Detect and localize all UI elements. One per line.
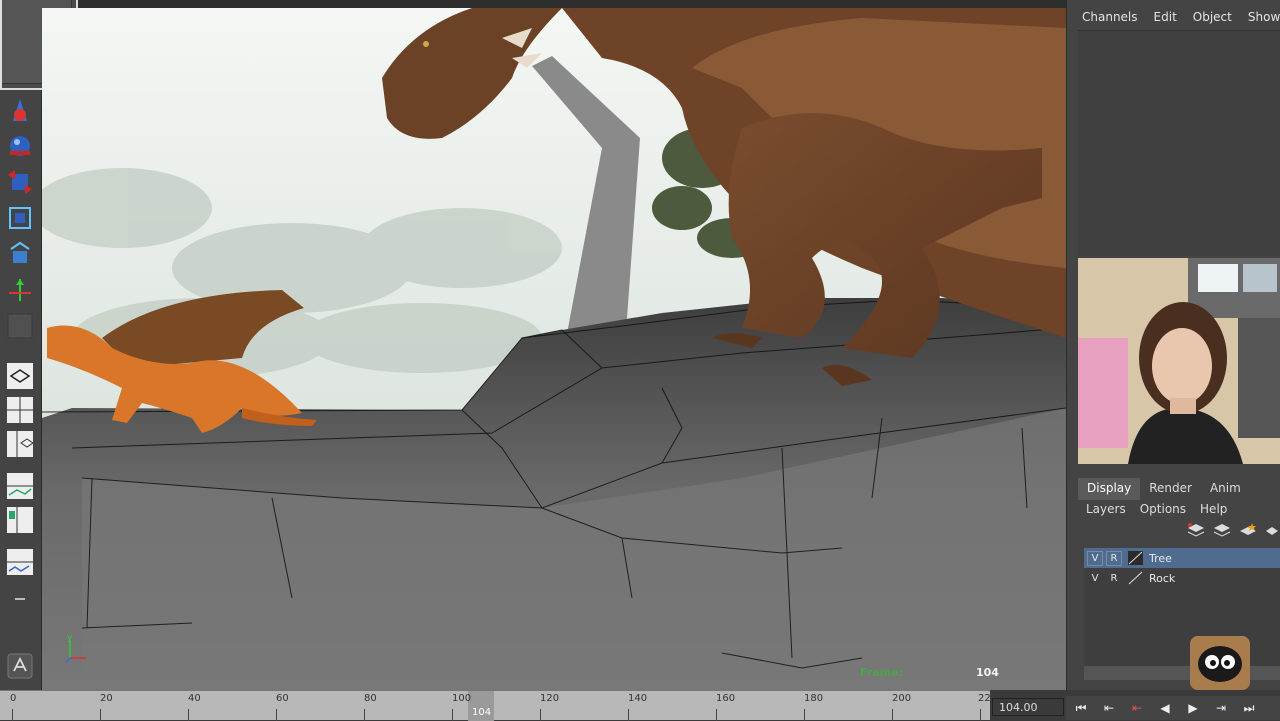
layer-list: V R Tree V R Rock [1084,548,1280,666]
layer-editor-menu: Layers Options Help [1086,502,1227,516]
step-back-key-icon[interactable]: ⇤ [1128,701,1146,715]
reference-toggle[interactable]: R [1106,550,1122,566]
menu-channels[interactable]: Channels [1082,10,1138,24]
rotate-tool-icon[interactable] [4,238,36,270]
tick-label: 20 [100,693,113,704]
tick-mark [540,709,541,721]
menu-edit[interactable]: Edit [1154,10,1177,24]
tick-mark [628,709,629,721]
visibility-toggle[interactable]: V [1087,550,1103,566]
tick-mark [892,709,893,721]
tick-mark [364,709,365,721]
four-pane-layout-icon[interactable] [4,394,36,426]
go-to-start-icon[interactable]: ⏮ [1072,701,1090,716]
menu-layers[interactable]: Layers [1086,502,1126,516]
tick-mark [804,709,805,721]
channel-box-menu: Channels Edit Object Show [1082,10,1280,24]
layer-row-rock[interactable]: V R Rock [1084,568,1280,588]
tick-label: 0 [10,693,17,704]
frame-label: Frame: [860,666,903,679]
channel-box-body [1078,30,1280,256]
frame-value: 104 [976,666,999,679]
tick-label: 160 [716,693,736,704]
two-pane-layout-icon[interactable] [4,428,36,460]
layer-name: Tree [1149,551,1172,565]
svg-text:y: y [67,633,73,643]
tick-label: 200 [892,693,912,704]
tick-label: 180 [804,693,824,704]
tick-label: 80 [364,693,377,704]
perspective-viewport[interactable]: y Frame: 104 [42,8,1066,690]
layer-color-swatch[interactable] [1128,571,1143,585]
tick-label: 120 [540,693,560,704]
layer-editor-tabs: Display Render Anim [1078,478,1280,500]
tick-label: 140 [628,693,648,704]
outliner-layout-icon[interactable] [4,546,36,578]
reference-toggle[interactable]: R [1106,571,1122,586]
visibility-toggle[interactable]: V [1087,571,1103,586]
persp-graph-layout-icon[interactable] [4,470,36,502]
time-slider[interactable]: 104 0 20 40 60 80 100 120 140 160 180 20… [0,690,991,721]
owl-logo-icon [1190,636,1250,690]
tick-mark [100,709,101,721]
lasso-tool-icon[interactable] [4,130,36,162]
new-layer-from-selected-icon[interactable] [1212,522,1232,541]
go-to-end-icon[interactable]: ⏭ [1240,701,1258,716]
move-tool-icon[interactable] [4,202,36,234]
tick-label: 40 [188,693,201,704]
webcam-overlay [1078,258,1280,464]
menu-show[interactable]: Show [1248,10,1280,24]
layer-star-icon[interactable] [1238,522,1258,541]
menu-help[interactable]: Help [1200,502,1227,516]
play-backwards-icon[interactable]: ◀ [1156,701,1174,715]
tick-mark [980,709,981,721]
paint-tool-icon[interactable] [4,166,36,198]
layer-color-swatch[interactable] [1128,551,1143,565]
layer-toolbar [1186,522,1278,541]
layer-list-scrollbar[interactable] [1084,666,1280,680]
menu-options[interactable]: Options [1140,502,1186,516]
last-tool-icon[interactable] [4,310,36,342]
scale-tool-icon[interactable] [4,274,36,306]
layer-row-tree[interactable]: V R Tree [1084,548,1280,568]
new-layer-icon[interactable] [1186,522,1206,541]
hypershade-layout-icon[interactable] [4,504,36,536]
scene-render [42,8,1066,690]
tick-label: 100 [452,693,472,704]
playback-controls: ⏮ ⇤ ⇤ ◀ ▶ ⇥ ⏭ [1066,696,1280,720]
tick-label: 60 [276,693,289,704]
current-frame-field[interactable]: 104.00 [992,698,1064,716]
play-forwards-icon[interactable]: ▶ [1184,701,1202,715]
tab-render[interactable]: Render [1140,478,1201,500]
layer-extra-icon[interactable] [1264,522,1278,541]
tick-mark [716,709,717,721]
tab-anim[interactable]: Anim [1201,478,1250,500]
menu-object[interactable]: Object [1193,10,1232,24]
tick-mark [276,709,277,721]
tab-display[interactable]: Display [1078,478,1141,500]
panel-menu-icon[interactable] [4,584,36,616]
tick-mark [452,709,453,721]
playhead-label: 104 [472,707,492,718]
top-toolbar-strip [78,0,1066,8]
tick-mark [188,709,189,721]
single-pane-layout-icon[interactable] [4,360,36,392]
layer-name: Rock [1149,571,1176,585]
step-forward-key-icon[interactable]: ⇥ [1212,701,1230,715]
tick-label: 22 [978,693,991,704]
toolbox [0,90,42,690]
select-tool-icon[interactable] [4,94,36,126]
step-back-frame-icon[interactable]: ⇤ [1100,701,1118,715]
script-editor-icon[interactable] [4,650,36,682]
tick-mark [12,709,13,721]
